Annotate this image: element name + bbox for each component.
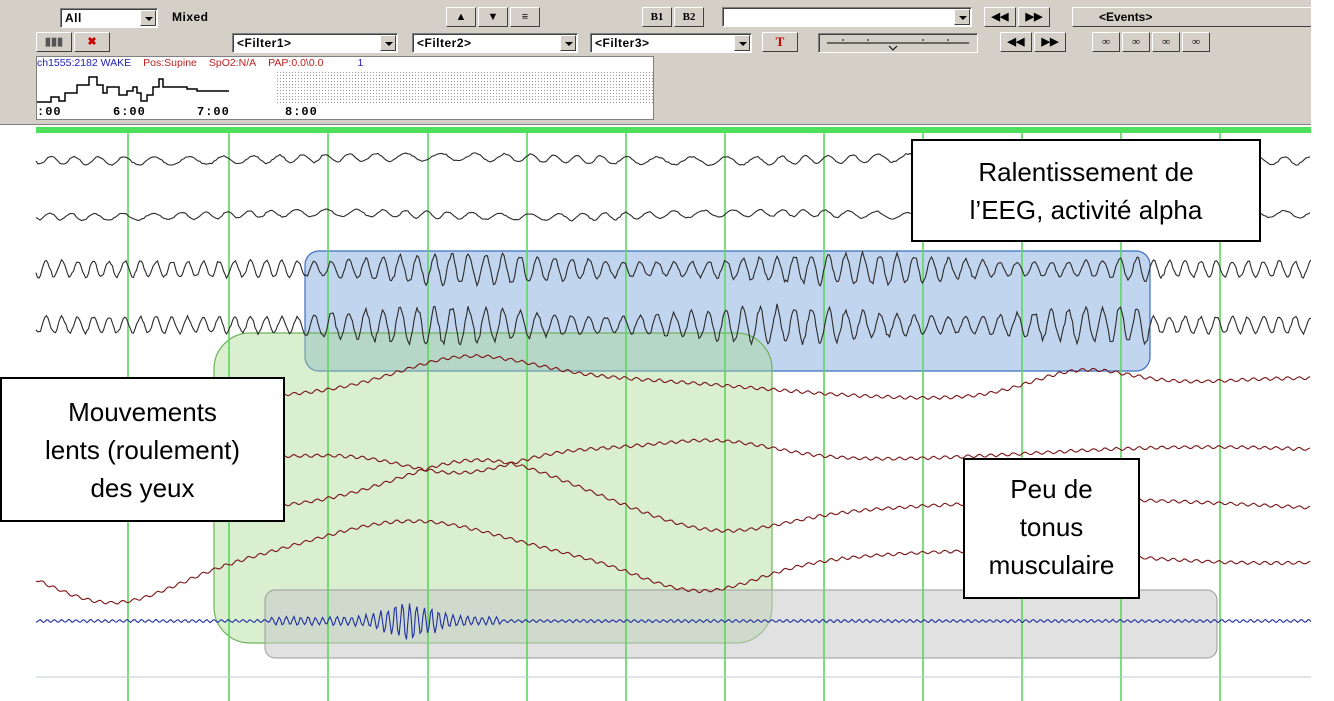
- chevron-down-icon[interactable]: [560, 35, 576, 51]
- zoom-in-icon: ▲: [455, 11, 467, 23]
- forward-icon: ▶▶: [1025, 11, 1043, 23]
- next-icon: ▶▶: [1041, 36, 1059, 48]
- prev-button[interactable]: ◀◀: [1000, 32, 1032, 52]
- callout-eye-line-2: lents (roulement): [44, 435, 241, 465]
- montage-label: Mixed: [172, 10, 209, 24]
- events-button[interactable]: <Events>: [1072, 7, 1322, 27]
- events-label: <Events>: [1099, 10, 1153, 24]
- zoom-out-icon: ▼: [487, 11, 499, 23]
- b2-button[interactable]: B2: [674, 7, 704, 27]
- filter2-value: <Filter2>: [417, 36, 472, 50]
- b1-button[interactable]: B1: [642, 7, 672, 27]
- zoom-in-button[interactable]: ▲: [446, 7, 476, 27]
- search-all-button[interactable]: ∞: [1182, 32, 1210, 52]
- callout-alpha-line-2: l’EEG, activité alpha: [969, 195, 1203, 225]
- close-icon: ✖: [87, 36, 97, 48]
- callout-alpha-activity: Ralentissement de l’EEG, activité alpha: [911, 139, 1261, 242]
- grid-button[interactable]: ▮▮▮: [36, 32, 72, 52]
- channel-select[interactable]: All: [60, 8, 158, 28]
- search-icon: ∞: [1102, 36, 1110, 48]
- mini-time-1: 6:00: [113, 105, 146, 119]
- slider-track-icon: [827, 39, 969, 51]
- hypnogram-panel[interactable]: ch1555:2182 WAKE Pos:Supine SpO2:N/A PAP:0.…: [36, 56, 654, 120]
- chevron-down-icon[interactable]: [734, 35, 750, 51]
- search-fwd-button[interactable]: ∞: [1152, 32, 1180, 52]
- filter3-value: <Filter3>: [595, 36, 650, 50]
- prev-icon: ◀◀: [1007, 36, 1025, 48]
- event-search-select[interactable]: [722, 7, 972, 27]
- callout-alpha-line-1: Ralentissement de: [978, 157, 1194, 187]
- search-all-icon: ∞: [1192, 36, 1200, 48]
- grid-icon: ▮▮▮: [44, 36, 64, 48]
- channel-select-value: All: [65, 11, 82, 25]
- right-margin: [1311, 0, 1334, 701]
- callout-muscle-tone: Peu de tonus musculaire: [963, 458, 1140, 599]
- filter3-select[interactable]: <Filter3>: [590, 33, 752, 53]
- callout-eye-line-3: des yeux: [90, 473, 195, 503]
- search-fwd-icon: ∞: [1162, 36, 1170, 48]
- hypnogram-unscored-area: [275, 71, 653, 103]
- search-button[interactable]: ∞: [1092, 32, 1120, 52]
- mini-time-2: 7:00: [197, 105, 230, 119]
- close-button[interactable]: ✖: [74, 32, 110, 52]
- forward-button[interactable]: ▶▶: [1018, 7, 1050, 27]
- search-back-button[interactable]: ∞: [1122, 32, 1150, 52]
- filter1-select[interactable]: <Filter1>: [232, 33, 398, 53]
- callout-eye-line-1: Mouvements: [68, 397, 217, 427]
- zoom-out-button[interactable]: ▼: [478, 7, 508, 27]
- callout-tone-line-3: musculaire: [988, 550, 1115, 580]
- time-scale-slider[interactable]: [818, 33, 978, 53]
- filter1-value: <Filter1>: [237, 36, 292, 50]
- hypnogram-line: [37, 76, 229, 103]
- callout-eye-movements: Mouvements lents (roulement) des yeux: [0, 377, 285, 522]
- search-back-icon: ∞: [1132, 36, 1140, 48]
- rewind-icon: ◀◀: [991, 11, 1009, 23]
- filter2-select[interactable]: <Filter2>: [412, 33, 578, 53]
- callout-tone-line-2: tonus: [1019, 512, 1084, 542]
- t-button[interactable]: T: [762, 32, 798, 52]
- rewind-button[interactable]: ◀◀: [984, 7, 1016, 27]
- chevron-down-icon[interactable]: [140, 10, 156, 26]
- toolbar: All Mixed ▲ ▼ ≡ B1 B2 ◀◀ ▶▶ <Events> ▮▮▮…: [0, 0, 1334, 125]
- next-button[interactable]: ▶▶: [1034, 32, 1066, 52]
- channel-button[interactable]: ≡: [510, 7, 540, 27]
- mini-time-3: 8:00: [285, 105, 318, 119]
- mini-time-0: :00: [37, 105, 62, 119]
- chevron-down-icon[interactable]: [954, 9, 970, 25]
- channel-icon: ≡: [521, 11, 529, 23]
- chevron-down-icon[interactable]: [380, 35, 396, 51]
- callout-tone-line-1: Peu de: [1010, 474, 1093, 504]
